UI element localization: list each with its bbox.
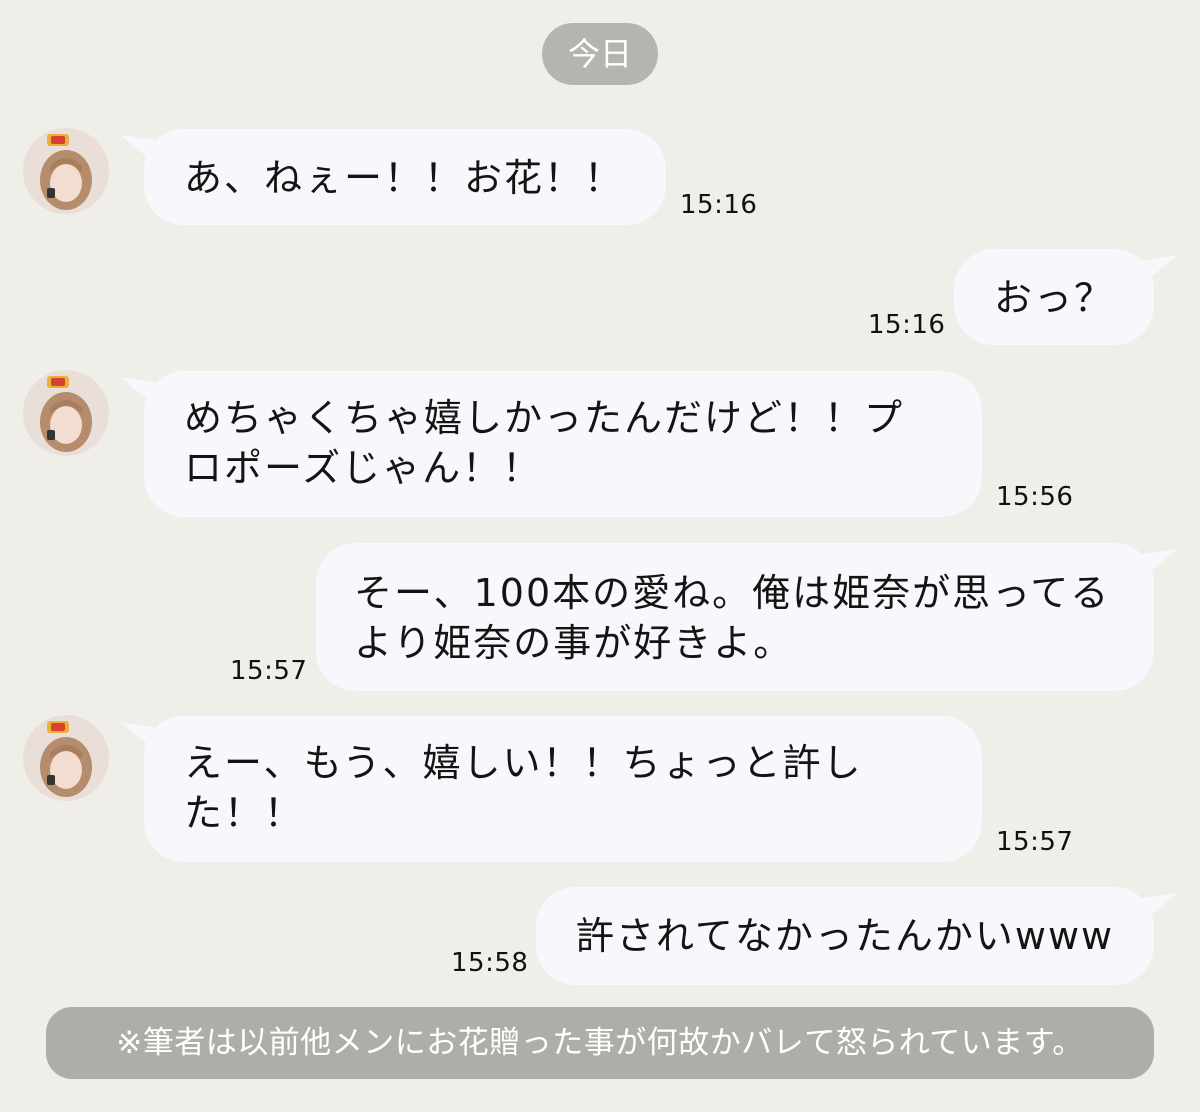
message-time: 15:57 [996, 827, 1074, 857]
message-text: 許されてなかったんかいwww [576, 914, 1115, 958]
message-text: おっ？ [994, 276, 1115, 320]
footer-note: ※筆者は以前他メンにお花贈った事が何故かバレて怒られています。 [46, 1007, 1154, 1079]
message-text-line: そー、100本の愛ね。俺は姫奈が思ってる [354, 571, 1111, 615]
message-bubble[interactable]: あ、ねぇー！！お花！！ [120, 129, 666, 225]
message-time: 15:16 [868, 310, 946, 340]
message-time: 15:16 [680, 190, 758, 220]
avatar[interactable] [23, 715, 109, 801]
avatar-image [23, 128, 109, 214]
message-bubble[interactable]: 許されてなかったんかいwww [536, 887, 1178, 985]
bubble-tail [120, 135, 160, 169]
message-text-line: ロポーズじゃん！！ [184, 446, 543, 490]
date-separator: 今日 [542, 23, 658, 85]
message-time: 15:56 [996, 482, 1074, 512]
bubble-tail [1138, 893, 1178, 927]
avatar[interactable] [23, 128, 109, 214]
message-bubble[interactable]: そー、100本の愛ね。俺は姫奈が思ってる より姫奈の事が好きよ。 [316, 543, 1178, 691]
bubble-tail [1138, 255, 1178, 289]
message-text-line: た！！ [184, 791, 305, 835]
message-text: あ、ねぇー！！お花！！ [184, 156, 625, 200]
bubble-tail [120, 722, 160, 756]
avatar-image [23, 370, 109, 456]
message-text-line: えー、もう、嬉しい！！ちょっと許し [184, 741, 863, 785]
avatar[interactable] [23, 370, 109, 456]
message-bubble[interactable]: えー、もう、嬉しい！！ちょっと許し た！！ [120, 716, 982, 862]
avatar-image [23, 715, 109, 801]
message-text-line: めちゃくちゃ嬉しかったんだけど！！プ [184, 396, 905, 440]
message-bubble[interactable]: めちゃくちゃ嬉しかったんだけど！！プ ロポーズじゃん！！ [120, 371, 982, 517]
message-text-line: より姫奈の事が好きよ。 [354, 621, 794, 665]
bubble-tail [1138, 549, 1178, 583]
bubble-tail [120, 377, 160, 411]
message-bubble[interactable]: おっ？ [954, 249, 1178, 345]
message-time: 15:57 [230, 656, 308, 686]
message-time: 15:58 [451, 948, 529, 978]
